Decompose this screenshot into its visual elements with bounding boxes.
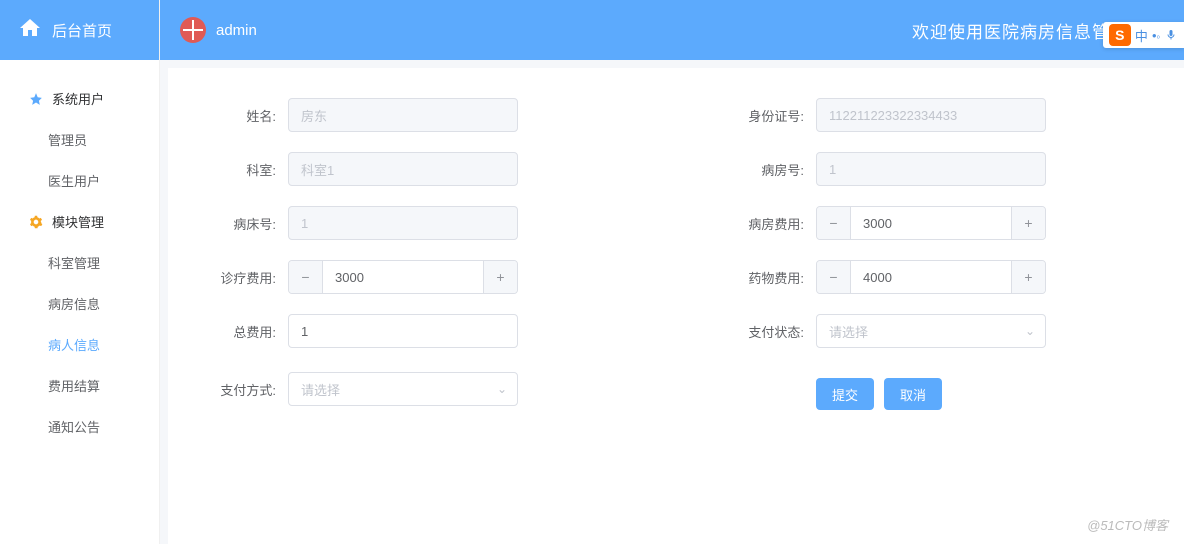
input-total-fee[interactable]: 1 [288,314,518,348]
chevron-down-icon: ⌄ [1025,324,1035,338]
select-pay-method[interactable]: 请选择 ⌄ [288,372,518,406]
treatment-fee-plus[interactable]: + [483,261,517,293]
label-id-number: 身份证号: [726,106,816,125]
nav-category-system-users[interactable]: 系统用户 [0,78,159,119]
form-content: 姓名: 房东 身份证号: 112211223322334433 科室: 科室1 … [168,68,1184,544]
input-id-number: 112211223322334433 [816,98,1046,132]
select-pay-status[interactable]: 请选择 ⌄ [816,314,1046,348]
treatment-fee-value[interactable]: 3000 [323,261,483,293]
drug-fee-minus[interactable]: − [817,261,851,293]
nav-item-ward-info[interactable]: 病房信息 [0,283,159,324]
nav: 系统用户 管理员 医生用户 模块管理 科室管理 病房信息 病人信息 费用结算 通… [0,60,159,447]
ime-label: 中 [1135,26,1148,45]
input-ward-number: 1 [816,152,1046,186]
nav-category-label: 系统用户 [52,89,104,108]
ime-widget[interactable]: S 中 ●₀ [1103,22,1184,48]
gear-icon [28,214,44,230]
label-ward-fee: 病房费用: [726,214,816,233]
label-drug-fee: 药物费用: [726,268,816,287]
topbar: admin 欢迎使用医院病房信息管理系统 [160,0,1184,60]
header-home[interactable]: 后台首页 [0,0,159,60]
ward-fee-value[interactable]: 3000 [851,207,1011,239]
nav-item-admin[interactable]: 管理员 [0,119,159,160]
logo-icon [180,17,206,43]
username: admin [216,22,257,39]
nav-item-fee-settlement[interactable]: 费用结算 [0,365,159,406]
label-ward-number: 病房号: [726,160,816,179]
nav-item-dept-mgmt[interactable]: 科室管理 [0,242,159,283]
topbar-user[interactable]: admin [180,17,257,43]
home-icon [18,16,42,44]
input-drug-fee[interactable]: − 4000 + [816,260,1046,294]
drug-fee-plus[interactable]: + [1011,261,1045,293]
nav-item-patient-info[interactable]: 病人信息 [0,324,159,365]
input-ward-fee[interactable]: − 3000 + [816,206,1046,240]
watermark: @51CTO博客 [1087,515,1168,534]
nav-item-doctor-user[interactable]: 医生用户 [0,160,159,201]
ward-fee-plus[interactable]: + [1011,207,1045,239]
ward-fee-minus[interactable]: − [817,207,851,239]
input-bed-number: 1 [288,206,518,240]
nav-item-notice[interactable]: 通知公告 [0,406,159,447]
label-pay-method: 支付方式: [198,380,288,399]
input-name: 房东 [288,98,518,132]
drug-fee-value[interactable]: 4000 [851,261,1011,293]
label-total-fee: 总费用: [198,322,288,341]
chevron-down-icon: ⌄ [497,382,507,396]
nav-category-module-mgmt[interactable]: 模块管理 [0,201,159,242]
submit-button[interactable]: 提交 [816,378,874,410]
label-bed-number: 病床号: [198,214,288,233]
home-label: 后台首页 [52,20,112,41]
main: admin 欢迎使用医院病房信息管理系统 姓名: 房东 身份证号: 112211… [160,0,1184,544]
ime-logo-icon: S [1109,24,1131,46]
label-department: 科室: [198,160,288,179]
label-pay-status: 支付状态: [726,322,816,341]
sidebar: 后台首页 系统用户 管理员 医生用户 模块管理 科室管理 病房信息 病人信息 费… [0,0,160,544]
star-icon [28,91,44,107]
mic-icon [1164,28,1178,42]
nav-category-label: 模块管理 [52,212,104,231]
label-treatment-fee: 诊疗费用: [198,268,288,287]
input-treatment-fee[interactable]: − 3000 + [288,260,518,294]
ime-dots-icon: ●₀ [1152,31,1160,40]
treatment-fee-minus[interactable]: − [289,261,323,293]
input-department: 科室1 [288,152,518,186]
label-name: 姓名: [198,106,288,125]
cancel-button[interactable]: 取消 [884,378,942,410]
